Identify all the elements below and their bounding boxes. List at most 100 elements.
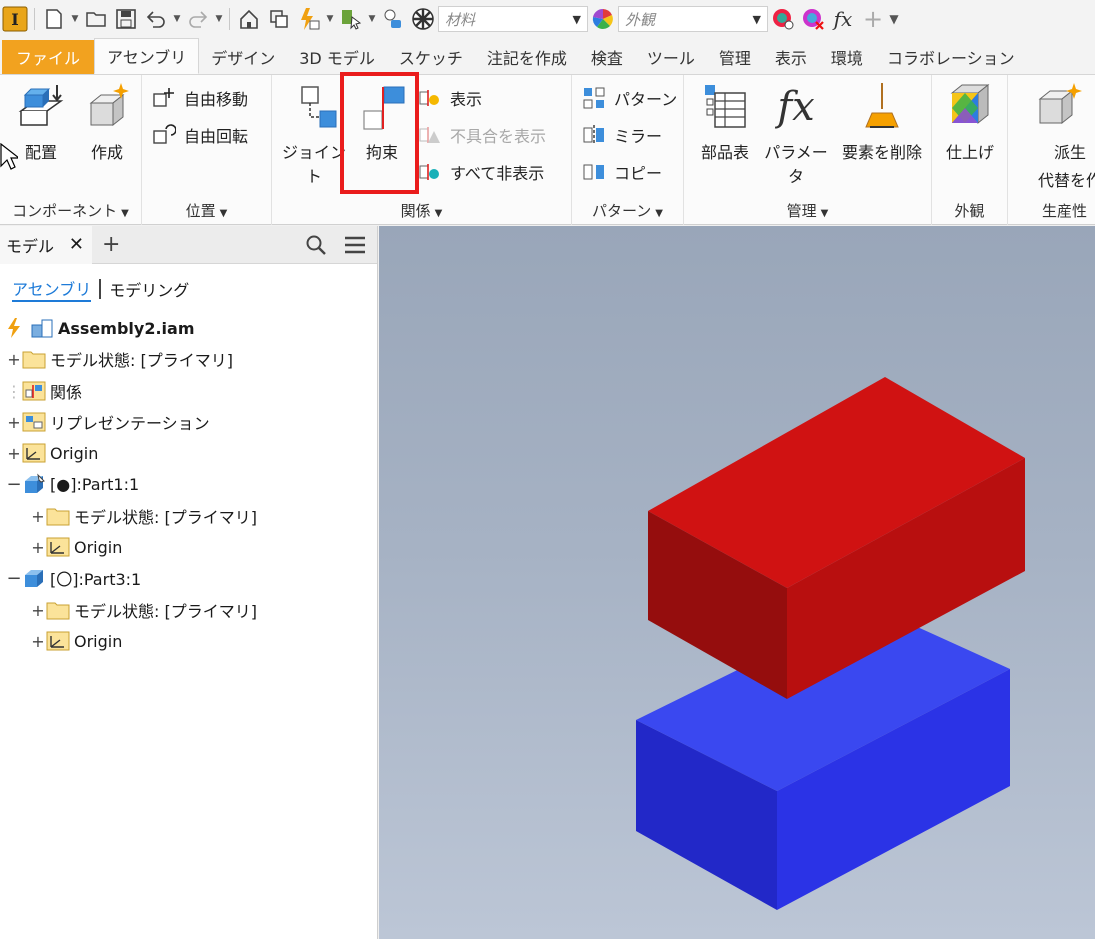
panel-title-component-label: コンポーネント [12,202,118,220]
panel-title-position[interactable]: 位置 ▼ [142,200,271,221]
bom-button[interactable]: 部品表 [690,81,760,163]
show-button[interactable]: 表示 [418,84,482,112]
view-assembly-link[interactable]: アセンブリ [12,276,92,302]
tab-view[interactable]: 表示 [763,40,819,74]
app-logo-icon[interactable]: I [0,4,30,34]
tree-item-part1[interactable]: − [●]:Part1:1 [6,470,139,498]
free-rotate-button[interactable]: 自由回転 [152,121,248,149]
menu-icon[interactable] [343,234,367,256]
material-ball-icon[interactable] [408,4,438,34]
material-combo[interactable]: 材料 ▼ [438,6,588,32]
tab-assembly[interactable]: アセンブリ [94,38,200,74]
tab-sketch[interactable]: スケッチ [387,40,475,74]
tree-part1-origin-label: Origin [74,537,123,557]
graphics-viewport[interactable] [379,226,1095,939]
tree-representations-label: リプレゼンテーション [50,414,210,433]
tab-annotate[interactable]: 注記を作成 [475,40,579,74]
customize-toolbar-icon[interactable]: ▼ [888,12,900,26]
collapse-icon[interactable]: − [6,568,22,589]
tree-item-part1-model-states[interactable]: + モデル状態: [プライマリ] [30,502,257,530]
open-folder-icon[interactable] [81,4,111,34]
search-icon[interactable] [305,234,327,256]
appearance-combo[interactable]: 外観 ▼ [618,6,768,32]
copy-button[interactable]: コピー [582,158,662,186]
select-dropdown-icon[interactable]: ▼ [366,14,378,24]
svg-text:I: I [11,10,18,29]
tree-item-part1-origin[interactable]: + Origin [30,533,122,561]
tree-item-representations[interactable]: + リプレゼンテーション [6,408,210,436]
adjust-appearance-icon[interactable] [768,4,798,34]
hide-all-icon [419,164,439,180]
expand-icon[interactable]: + [6,444,22,463]
appearance-color-wheel-icon[interactable] [588,4,618,34]
expand-icon[interactable]: + [30,601,46,620]
panel-title-manage[interactable]: 管理 ▼ [684,200,931,221]
panel-title-component[interactable]: コンポーネント ▼ [0,200,141,221]
expand-icon[interactable]: + [30,538,46,557]
copy-icon [583,164,604,180]
expand-icon[interactable]: + [6,413,22,432]
show-sick-button[interactable]: 不具合を表示 [418,121,546,149]
joint-button[interactable]: ジョイント [278,81,350,187]
tree-part3-origin-label: Origin [74,631,123,651]
undo-dropdown-icon[interactable]: ▼ [171,14,183,24]
quick-access-toolbar: I ▼ ▼ ▼ ▼ ▼ 材料 ▼ 外観 ▼ fx + ▼ [0,0,1095,38]
clear-appearance-icon[interactable] [798,4,828,34]
redo-dropdown-icon[interactable]: ▼ [213,14,225,24]
tree-item-model-states[interactable]: + モデル状態: [プライマリ] [6,345,233,373]
collapse-icon[interactable]: − [6,474,22,495]
expand-icon[interactable]: + [30,507,46,526]
tab-file[interactable]: ファイル [2,40,95,74]
update-dropdown-icon[interactable]: ▼ [324,14,336,24]
panel-title-pattern[interactable]: パターン ▼ [572,200,683,221]
select-icon[interactable] [336,4,366,34]
add-browser-tab-icon[interactable]: + [102,232,120,257]
plus-icon[interactable]: + [858,4,888,34]
tree-item-part3-origin[interactable]: + Origin [30,627,122,655]
free-move-label: 自由移動 [184,90,249,109]
place-component-icon [18,85,64,126]
finish-button[interactable]: 仕上げ [936,81,1004,163]
redo-icon[interactable] [183,4,213,34]
fx-icon: fx [777,84,815,130]
hide-all-button[interactable]: すべて非表示 [418,158,544,186]
pattern-button[interactable]: パターン [582,84,677,112]
new-file-dropdown-icon[interactable]: ▼ [69,14,81,24]
tab-design[interactable]: デザイン [199,40,287,74]
undo-icon[interactable] [141,4,171,34]
broom-icon [865,83,899,128]
free-move-button[interactable]: 自由移動 [152,84,248,112]
tab-manage[interactable]: 管理 [707,40,763,74]
save-icon[interactable] [111,4,141,34]
tab-3d-model[interactable]: 3D モデル [287,40,387,74]
tree-item-relationships[interactable]: ⋮ 関係 [6,377,82,405]
tab-inspect[interactable]: 検査 [579,40,635,74]
constrain-button[interactable]: 拘束 [348,81,416,163]
browser-tab-model[interactable]: モデル ✕ [0,225,92,264]
delete-face-button[interactable]: 要素を削除 [834,81,930,163]
tab-environments[interactable]: 環境 [819,40,875,74]
mirror-button[interactable]: ミラー [582,121,662,149]
tree-item-part3-model-states[interactable]: + モデル状態: [プライマリ] [30,596,257,624]
expand-icon[interactable]: + [30,632,46,651]
copy-window-icon[interactable] [264,4,294,34]
derive-substitute-button[interactable]: 派生 代替を作 [1022,81,1095,191]
tree-item-root[interactable]: Assembly2.iam [6,314,194,342]
tree-part1-model-states-label: モデル状態: [プライマリ] [74,508,257,527]
fx-parameters-icon[interactable]: fx [828,4,858,34]
tree-item-origin[interactable]: + Origin [6,439,98,467]
tree-item-part3[interactable]: − [〇]:Part3:1 [6,564,141,592]
select-filter-icon[interactable] [378,4,408,34]
panel-title-relationships[interactable]: 関係 ▼ [272,200,571,221]
home-icon[interactable] [234,4,264,34]
create-button[interactable]: 作成 [74,81,140,163]
parameters-button[interactable]: fx パラメータ [758,81,834,187]
tab-tools[interactable]: ツール [635,40,707,74]
view-modeling-link[interactable]: モデリング [109,277,189,301]
new-file-icon[interactable] [39,4,69,34]
folder-icon [46,508,70,526]
update-lightning-icon[interactable] [294,4,324,34]
tab-collaborate[interactable]: コラボレーション [875,40,1027,74]
expand-icon[interactable]: + [6,350,22,369]
close-icon[interactable]: ✕ [69,234,84,255]
